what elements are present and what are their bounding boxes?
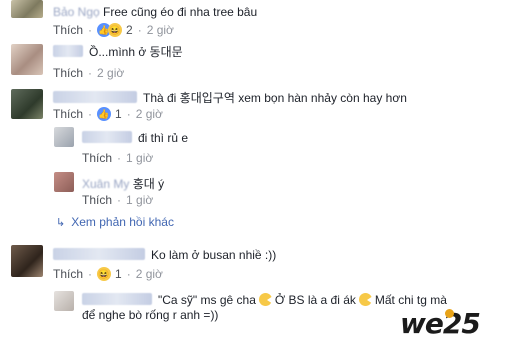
comment-body-4: Ko làm ở busan nhiề :)) [151, 248, 277, 262]
avatar[interactable] [54, 127, 74, 147]
reply-body-3-part1: "Ca sỹ" ms gê cha [158, 293, 256, 307]
laughing-emoji-icon: 😆 [108, 23, 123, 37]
commenter-name-blurred[interactable] [53, 91, 137, 103]
commenter-name-blurred[interactable] [53, 248, 145, 260]
like-link[interactable]: Thích [53, 107, 83, 121]
avatar[interactable] [11, 245, 43, 277]
avatar[interactable] [54, 291, 74, 311]
reply-body-2: 홍대 ý [132, 177, 165, 191]
comment-body-2: Ồ...mình ở 동대문 [89, 45, 183, 59]
reply-meta-2: Thích · 1 giờ [82, 193, 153, 207]
ball-icon [445, 309, 454, 318]
reply-text-3-line2: để nghe bò rống r anh =)) [82, 308, 218, 322]
avatar[interactable] [11, 0, 43, 18]
reply-text-1: đi thì rủ e [82, 131, 188, 145]
separator: · [126, 107, 131, 121]
we25-watermark-logo: we 25 [400, 306, 500, 340]
timestamp[interactable]: 1 giờ [126, 193, 153, 207]
pacman-emoji-icon [358, 293, 373, 306]
comment-meta-4: Thích · 😆 1 · 2 giờ [53, 267, 163, 281]
like-link[interactable]: Thích [53, 23, 83, 37]
pacman-emoji-icon [258, 293, 273, 306]
comment-meta-3: Thích · 👍 1 · 2 giờ [53, 107, 163, 121]
reply-text-3: "Ca sỹ" ms gê cha Ở BS là a đi ák Mất chi … [82, 293, 447, 307]
comment-body-1: Free cũng éo đi nha tree bâu [103, 5, 258, 19]
reaction-count[interactable]: 2 [126, 23, 133, 37]
commenter-name-blurred[interactable] [82, 293, 152, 305]
avatar[interactable] [54, 172, 74, 192]
separator: · [126, 267, 131, 281]
commenter-name-blurred[interactable] [53, 45, 83, 57]
reply-arrow-icon: ↳ [56, 216, 66, 229]
like-link[interactable]: Thích [53, 66, 83, 80]
reaction-count[interactable]: 1 [115, 267, 122, 281]
comment-body-3: Thà đi 홍대입구역 xem bọn hàn nhảy còn hay hơ… [143, 91, 407, 105]
reply-body-3-part3: Mất chi tg mà [374, 293, 447, 307]
comment-text-3: Thà đi 홍대입구역 xem bọn hàn nhảy còn hay hơ… [53, 89, 407, 106]
separator: · [117, 193, 122, 207]
reply-meta-1: Thích · 1 giờ [82, 151, 153, 165]
timestamp[interactable]: 2 giờ [136, 267, 163, 281]
timestamp[interactable]: 2 giờ [147, 23, 174, 37]
reply-text-2: Xuân My 홍대 ý [82, 175, 164, 192]
laughing-emoji-icon: 😆 [97, 267, 112, 281]
separator: · [137, 23, 142, 37]
reply-body-3-part2: Ở BS là a đi ák [274, 293, 356, 307]
separator: · [88, 66, 93, 80]
comment-meta-1: Thích · 👍 😆 2 · 2 giờ [53, 23, 174, 37]
commenter-name-2[interactable]: Xuân My [82, 177, 129, 191]
view-more-replies[interactable]: ↳ Xem phản hồi khác [56, 215, 174, 229]
comment-text-1: Bảo Ngọ Free cũng éo đi nha tree bâu [53, 5, 257, 19]
timestamp[interactable]: 1 giờ [126, 151, 153, 165]
timestamp[interactable]: 2 giờ [136, 107, 163, 121]
separator: · [88, 267, 93, 281]
reaction-count[interactable]: 1 [115, 107, 122, 121]
like-link[interactable]: Thích [82, 151, 112, 165]
like-link[interactable]: Thích [53, 267, 83, 281]
thumbs-up-icon: 👍 [97, 107, 112, 121]
like-link[interactable]: Thích [82, 193, 112, 207]
commenter-name-1[interactable]: Bảo Ngọ [53, 5, 100, 19]
reply-body-3-part4: để nghe bò rống r anh =)) [82, 308, 219, 322]
timestamp[interactable]: 2 giờ [97, 66, 124, 80]
comment-text-4: Ko làm ở busan nhiề :)) [53, 248, 276, 262]
separator: · [88, 107, 93, 121]
reply-body-1: đi thì rủ e [138, 131, 189, 145]
avatar[interactable] [11, 44, 43, 75]
view-more-replies-label[interactable]: Xem phản hồi khác [71, 215, 174, 229]
watermark-brand: we [400, 306, 444, 340]
avatar[interactable] [11, 89, 43, 119]
comment-text-2: Ồ...mình ở 동대문 [53, 43, 183, 60]
separator: · [88, 23, 93, 37]
commenter-name-blurred[interactable] [82, 131, 132, 143]
separator: · [117, 151, 122, 165]
comment-meta-2: Thích · 2 giờ [53, 66, 124, 80]
